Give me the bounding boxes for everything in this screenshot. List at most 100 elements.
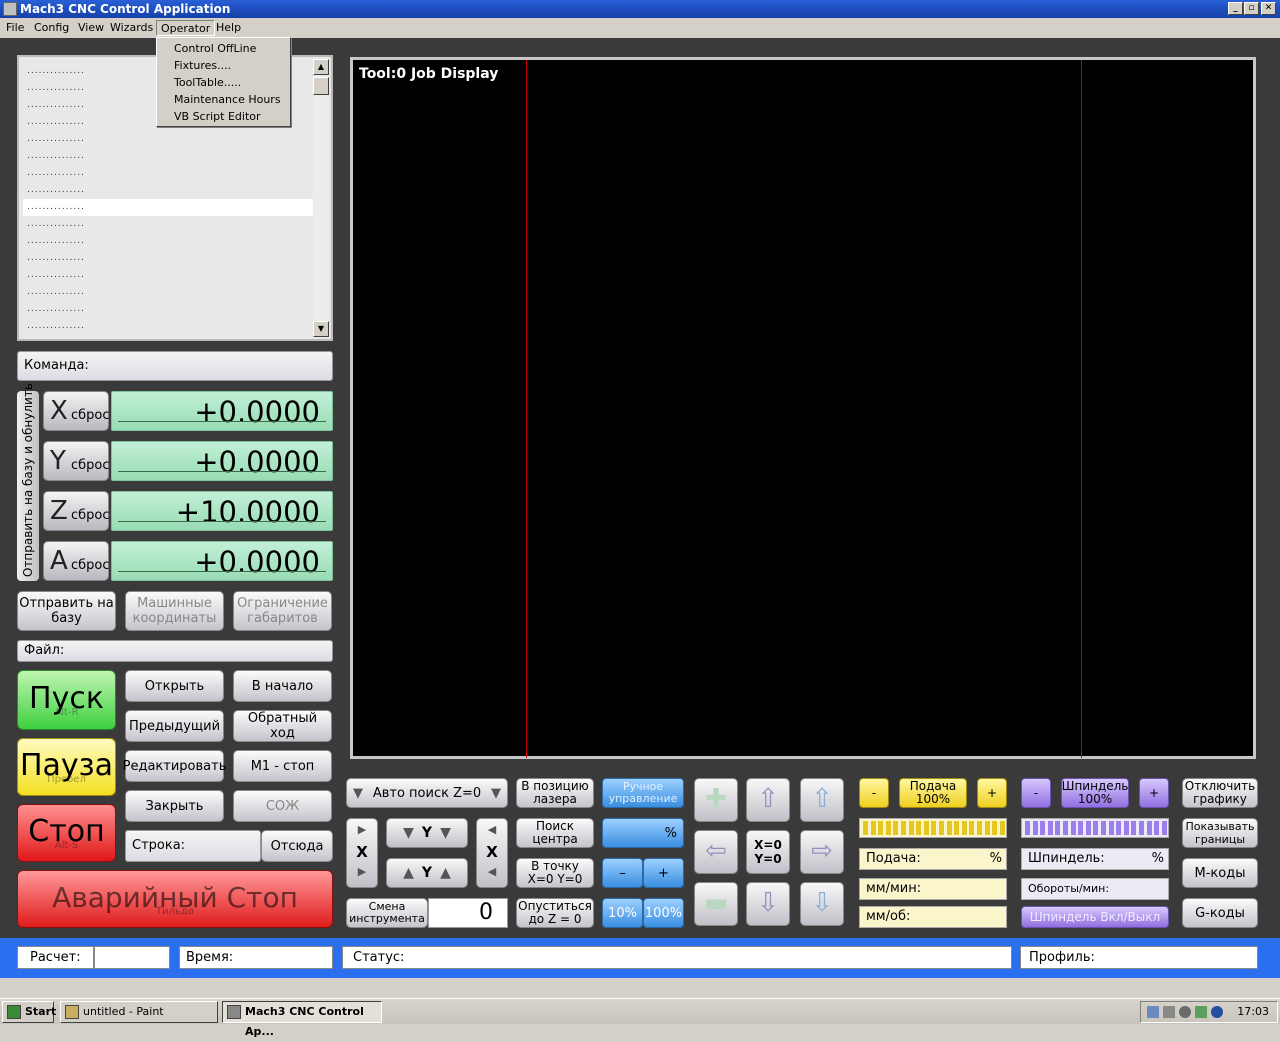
line-field[interactable]: Строка:	[125, 830, 261, 862]
gcode-line[interactable]: ...............	[23, 250, 313, 267]
jog-y-plus-button[interactable]: ▲ Y ▲	[386, 858, 468, 888]
jog-minus-button[interactable]: –	[602, 858, 643, 888]
jog-y-up-button[interactable]: ⇧	[746, 778, 790, 822]
dro-y-value[interactable]: +0.0000	[111, 441, 333, 481]
menu-config[interactable]: Config	[30, 20, 73, 36]
gcode-line[interactable]: ...............	[23, 267, 313, 284]
minimize-button[interactable]: _	[1228, 2, 1243, 15]
soft-limits-button[interactable]: Ограничение габаритов	[233, 591, 332, 631]
jog-x-minus-button[interactable]: ▶ X ▶	[346, 818, 378, 888]
gcodes-button[interactable]: G-коды	[1182, 898, 1258, 928]
mcodes-button[interactable]: M-коды	[1182, 858, 1258, 888]
gcode-line[interactable]: ...............	[23, 182, 313, 199]
feed-plus-button[interactable]: +	[977, 778, 1007, 808]
menu-wizards[interactable]: Wizards	[106, 20, 157, 36]
goto-xy-zero-button[interactable]: В точку X=0 Y=0	[516, 858, 594, 888]
jog-x-left-button[interactable]: ⇦	[694, 830, 738, 874]
ref-a-button[interactable]: Aсброс	[43, 541, 110, 581]
taskbar-mach3[interactable]: Mach3 CNC Control Ap...	[222, 1001, 382, 1038]
m1-stop-button[interactable]: M1 - стоп	[233, 750, 332, 782]
feed-hold-button[interactable]: Пауза Пробел	[17, 738, 116, 796]
operator-menu-item[interactable]: ToolTable.....	[174, 75, 241, 91]
feed-minus-button[interactable]: -	[859, 778, 889, 808]
manual-control-button[interactable]: Ручное управление	[602, 778, 684, 808]
operator-menu-item[interactable]: Fixtures....	[174, 58, 231, 74]
feed-reset-button[interactable]: Подача 100%	[899, 778, 967, 808]
gcode-line[interactable]: ...............	[23, 233, 313, 250]
scroll-down-icon[interactable]: ▼	[313, 321, 329, 337]
jog-a-plus-button[interactable]: ✚	[694, 778, 738, 822]
gcode-line[interactable]: ...............	[23, 165, 313, 182]
feed-override-slider[interactable]	[859, 818, 1007, 838]
ref-y-button[interactable]: Yсброс	[43, 441, 110, 481]
goto-laser-button[interactable]: В позицию лазера	[516, 778, 594, 808]
spindle-plus-button[interactable]: +	[1139, 778, 1169, 808]
run-from-here-button[interactable]: Отсюда	[261, 830, 333, 862]
jog-a-minus-button[interactable]: ▬	[694, 882, 738, 926]
menu-operator[interactable]: Operator	[156, 20, 216, 36]
jog-y-down-button[interactable]: ⇩	[746, 882, 790, 926]
ref-z-button[interactable]: Zсброс	[43, 491, 110, 531]
tool-number-field[interactable]: 0	[428, 898, 508, 928]
jog-z-down-button[interactable]: ⇩	[800, 882, 844, 926]
gcode-line[interactable]: ...............	[23, 199, 313, 216]
open-file-button[interactable]: Открыть	[125, 670, 224, 702]
tool-change-button[interactable]: Смена инструмента	[346, 898, 428, 928]
ref-x-button[interactable]: Xсброс	[43, 391, 110, 431]
gcode-line[interactable]: ...............	[23, 284, 313, 301]
spindle-override-slider[interactable]	[1021, 818, 1169, 838]
spindle-reset-button[interactable]: Шпиндель 100%	[1061, 778, 1129, 808]
close-button[interactable]: ✕	[1261, 2, 1276, 15]
volume-icon[interactable]	[1179, 1006, 1191, 1018]
network-icon[interactable]	[1147, 1006, 1159, 1018]
jog-10-percent-button[interactable]: 10%	[602, 898, 643, 928]
menu-help[interactable]: Help	[212, 20, 245, 36]
emergency-stop-button[interactable]: Аварийный Стоп Тильда	[17, 870, 333, 928]
gcode-line[interactable]: ...............	[23, 148, 313, 165]
coolant-button[interactable]: СОЖ	[233, 790, 332, 822]
stop-button[interactable]: Стоп Alt-S	[17, 804, 116, 862]
zero-xy-button[interactable]: X=0 Y=0	[746, 830, 790, 874]
menu-file[interactable]: File	[2, 20, 28, 36]
menu-view[interactable]: View	[74, 20, 108, 36]
gcode-line[interactable]: ...............	[23, 131, 313, 148]
gcode-line[interactable]: ...............	[23, 301, 313, 318]
scroll-thumb[interactable]	[313, 77, 329, 95]
jog-x-plus-button[interactable]: ◀ X ◀	[476, 818, 508, 888]
ref-all-home-button[interactable]: Отправить на базу и обнулить	[17, 383, 39, 581]
cycle-start-button[interactable]: Пуск Alt-R	[17, 670, 116, 730]
operator-menu-item[interactable]: Control OffLine	[174, 41, 256, 57]
job-display[interactable]: Tool:0 Job Display	[350, 57, 1256, 759]
jog-x-right-button[interactable]: ⇨	[800, 830, 844, 874]
operator-menu-item[interactable]: Maintenance Hours	[174, 92, 281, 108]
jog-z-up-button[interactable]: ⇧	[800, 778, 844, 822]
jog-plus-button[interactable]: +	[643, 858, 684, 888]
show-limits-button[interactable]: Показывать границы	[1182, 818, 1258, 848]
taskbar-paint[interactable]: untitled - Paint	[60, 1001, 218, 1023]
security-icon[interactable]	[1195, 1006, 1207, 1018]
jog-100-percent-button[interactable]: 100%	[643, 898, 684, 928]
jog-y-minus-button[interactable]: ▼ Y ▼	[386, 818, 468, 848]
dro-x-value[interactable]: +0.0000	[111, 391, 333, 431]
maximize-button[interactable]: ▫	[1244, 2, 1259, 15]
gcode-line[interactable]: ...............	[23, 216, 313, 233]
ref-home-button[interactable]: Отправить на базу	[17, 591, 116, 631]
operator-menu-item[interactable]: VB Script Editor	[174, 109, 261, 125]
update-icon[interactable]	[1211, 1006, 1223, 1018]
jog-percent-field[interactable]: %	[602, 818, 684, 848]
disable-graphics-button[interactable]: Отключить графику	[1182, 778, 1258, 808]
reverse-run-button[interactable]: Обратный ход	[233, 710, 332, 742]
gcode-scrollbar[interactable]: ▲ ▼	[313, 59, 329, 337]
printer-icon[interactable]	[1163, 1006, 1175, 1018]
start-button[interactable]: Start	[2, 1001, 56, 1023]
spindle-minus-button[interactable]: -	[1021, 778, 1051, 808]
previous-line-button[interactable]: Предыдущий	[125, 710, 224, 742]
dro-z-value[interactable]: +10.0000	[111, 491, 333, 531]
find-center-button[interactable]: Поиск центра	[516, 818, 594, 848]
goto-z-zero-button[interactable]: Опуститься до Z = 0	[516, 898, 594, 928]
spindle-toggle-button[interactable]: Шпиндель Вкл/Выкл	[1021, 906, 1169, 928]
close-file-button[interactable]: Закрыть	[125, 790, 224, 822]
machine-coords-button[interactable]: Машинные координаты	[125, 591, 224, 631]
scroll-up-icon[interactable]: ▲	[313, 59, 329, 75]
command-input[interactable]: Команда:	[17, 351, 333, 381]
